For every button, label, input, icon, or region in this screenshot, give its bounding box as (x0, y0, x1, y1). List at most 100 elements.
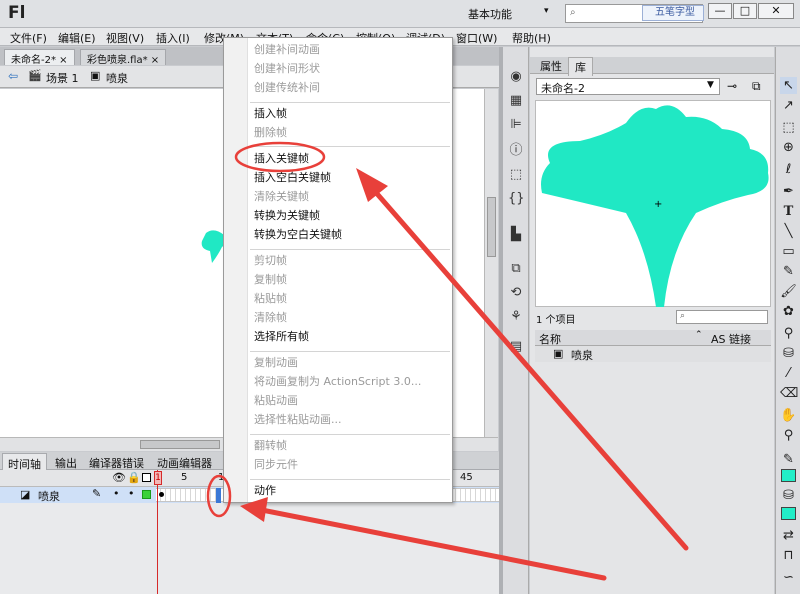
column-linkage[interactable]: AS 链接 (711, 331, 751, 347)
info-icon[interactable]: ⓘ (508, 143, 524, 159)
library-document-select[interactable]: 未命名-2 ▼ (536, 78, 720, 95)
layer-outline-swatch[interactable] (142, 490, 151, 499)
rectangle-tool-icon[interactable]: ▭ (780, 243, 797, 260)
menu-item-convert-to-keyframe[interactable]: 转换为关键帧 (254, 208, 320, 224)
maximize-button[interactable]: □ (733, 3, 757, 19)
menu-item-convert-to-blank-keyframe[interactable]: 转换为空白关键帧 (254, 227, 342, 243)
movie-explorer-icon[interactable]: ⚘ (508, 309, 524, 325)
breadcrumb-scene[interactable]: 场景 1 (46, 70, 79, 86)
chevron-down-icon[interactable]: ▾ (544, 6, 549, 16)
menu-item-copy-motion[interactable]: 复制动画 (254, 355, 298, 371)
eyedropper-tool-icon[interactable]: ⁄ (780, 365, 797, 382)
layer-lock-dot[interactable]: • (128, 487, 135, 500)
fill-color-swatch[interactable] (781, 507, 796, 520)
keyframe-1[interactable] (158, 490, 166, 500)
tab-motion-editor[interactable]: 动画编辑器 (152, 453, 217, 470)
outline-icon[interactable] (142, 473, 151, 482)
line-tool-icon[interactable]: ╲ (780, 223, 797, 240)
transform-icon[interactable]: ⬚ (508, 167, 524, 183)
swatches-icon[interactable]: ▦ (508, 93, 524, 109)
menu-help[interactable]: 帮助(H) (512, 30, 551, 46)
layer-name[interactable]: 喷泉 (38, 488, 60, 504)
tab-properties[interactable]: 属性 (540, 58, 562, 74)
selected-frame[interactable] (216, 488, 221, 503)
menu-item-copy-frames[interactable]: 复制帧 (254, 272, 287, 288)
new-library-panel-icon[interactable]: ⧉ (752, 79, 761, 94)
free-transform-tool-icon[interactable]: ⬚ (780, 119, 797, 136)
history-icon[interactable]: ⟲ (508, 285, 524, 301)
menu-item-actions[interactable]: 动作 (254, 483, 276, 499)
close-button[interactable]: ✕ (758, 3, 794, 19)
menu-item-reverse-frames[interactable]: 翻转帧 (254, 438, 287, 454)
menu-item-create-motion-tween[interactable]: 创建补间动画 (254, 42, 320, 58)
close-icon[interactable]: × (59, 55, 67, 66)
smooth-icon[interactable]: ∽ (780, 569, 797, 586)
3d-rotation-tool-icon[interactable]: ⊕ (780, 139, 797, 156)
menu-item-insert-frame[interactable]: 插入帧 (254, 106, 287, 122)
tab-timeline[interactable]: 时间轴 (2, 453, 47, 471)
code-snippets-icon[interactable]: {} (508, 191, 525, 207)
menu-item-paste-motion-special[interactable]: 选择性粘贴动画... (254, 412, 342, 428)
text-tool-icon[interactable]: T (780, 203, 797, 220)
fill-color-icon[interactable]: ⛁ (780, 487, 797, 504)
motion-presets-icon[interactable]: ⧉ (508, 261, 524, 277)
tab-output[interactable]: 输出 (50, 453, 82, 470)
menu-item-select-all-frames[interactable]: 选择所有帧 (254, 329, 309, 345)
close-icon[interactable]: × (151, 55, 159, 66)
lock-icon[interactable]: 🔒 (127, 471, 141, 484)
selection-tool-icon[interactable]: ↖ (780, 77, 797, 94)
library-item-name[interactable]: 喷泉 (571, 347, 593, 363)
align-icon[interactable]: ⊫ (508, 117, 524, 133)
back-arrow-icon[interactable]: ⇦ (8, 69, 18, 83)
menu-item-paste-frames[interactable]: 粘贴帧 (254, 291, 287, 307)
lasso-tool-icon[interactable]: ℓ (780, 161, 797, 178)
layer-visible-dot[interactable]: • (113, 487, 120, 500)
tab-library[interactable]: 库 (568, 57, 593, 76)
doc-tab-fountain[interactable]: 彩色喷泉.fla* × (80, 49, 167, 66)
menu-window[interactable]: 窗口(W) (456, 30, 497, 46)
eye-icon[interactable]: 👁 (112, 471, 126, 484)
library-item[interactable]: ▣ 喷泉 (535, 346, 771, 362)
deco-tool-icon[interactable]: ✿ (780, 303, 797, 320)
color-icon[interactable]: ◉ (508, 69, 524, 85)
minimize-button[interactable]: — (708, 3, 732, 19)
stroke-color-swatch[interactable] (781, 469, 796, 482)
scene-panel-icon[interactable]: ▤ (508, 339, 524, 355)
stroke-color-icon[interactable]: ✎ (780, 451, 797, 468)
menu-item-synchronize-symbols[interactable]: 同步元件 (254, 457, 298, 473)
components-icon[interactable]: ▙ (508, 227, 524, 243)
stage-vertical-scrollbar[interactable] (484, 89, 498, 437)
menu-item-clear-frames[interactable]: 清除帧 (254, 310, 287, 326)
snap-icon[interactable]: ⊓ (780, 547, 797, 564)
menu-view[interactable]: 视图(V) (106, 30, 144, 46)
scrollbar-thumb[interactable] (140, 440, 220, 449)
zoom-tool-icon[interactable]: ⚲ (780, 427, 797, 444)
menu-item-insert-blank-keyframe[interactable]: 插入空白关键帧 (254, 170, 331, 186)
breadcrumb-symbol[interactable]: 喷泉 (106, 70, 128, 86)
column-name[interactable]: 名称 (539, 331, 561, 347)
menu-item-remove-frames[interactable]: 删除帧 (254, 125, 287, 141)
workspace-switcher[interactable]: 基本功能 (468, 6, 512, 22)
doc-tab-untitled[interactable]: 未命名-2* × (4, 49, 75, 66)
playhead[interactable]: 1 (154, 471, 162, 485)
menu-insert[interactable]: 插入(I) (156, 30, 190, 46)
menu-item-clear-keyframe[interactable]: 清除关键帧 (254, 189, 309, 205)
menu-item-paste-motion[interactable]: 粘贴动画 (254, 393, 298, 409)
menu-item-cut-frames[interactable]: 剪切帧 (254, 253, 287, 269)
eraser-tool-icon[interactable]: ⌫ (780, 385, 798, 402)
menu-item-create-classic-tween[interactable]: 创建传统补间 (254, 80, 320, 96)
menu-item-create-shape-tween[interactable]: 创建补间形状 (254, 61, 320, 77)
menu-item-copy-motion-as-as3[interactable]: 将动画复制为 ActionScript 3.0... (254, 374, 421, 390)
pin-icon[interactable]: ⊸ (727, 79, 737, 93)
pen-tool-icon[interactable]: ✒ (780, 183, 797, 200)
paint-bucket-tool-icon[interactable]: ⛁ (780, 345, 797, 362)
menu-edit[interactable]: 编辑(E) (58, 30, 96, 46)
menu-item-insert-keyframe[interactable]: 插入关键帧 (254, 151, 309, 167)
swap-colors-icon[interactable]: ⇄ (780, 527, 797, 544)
sort-icon[interactable]: ⌃ (695, 330, 703, 340)
scrollbar-thumb[interactable] (487, 197, 496, 257)
library-search-input[interactable]: ⌕ (676, 310, 768, 324)
subselection-tool-icon[interactable]: ↗ (780, 97, 797, 114)
tab-compiler-errors[interactable]: 编译器错误 (84, 453, 149, 470)
bone-tool-icon[interactable]: ⚲ (780, 325, 797, 342)
